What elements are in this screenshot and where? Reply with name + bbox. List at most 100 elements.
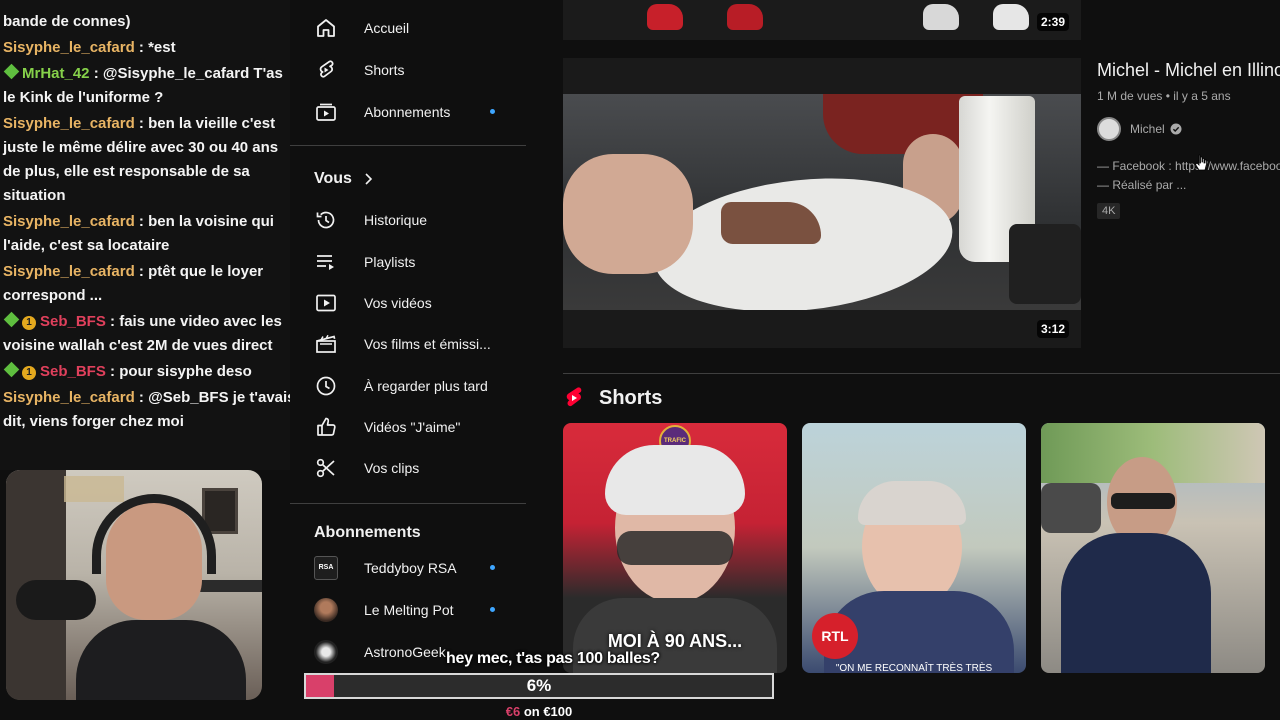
sidebar-item-your-videos[interactable]: Vos vidéos	[290, 283, 526, 323]
sidebar-item-label: Vos clips	[364, 460, 420, 476]
chat-separator: :	[105, 313, 120, 330]
chat-separator: :	[134, 263, 149, 280]
video-description: — Facebook : https://www.facebook.com — …	[1097, 157, 1280, 195]
sidebar-sub-le-melting-pot[interactable]: Le Melting Pot	[290, 590, 526, 630]
chevron-right-icon	[365, 173, 373, 185]
subscriptions-icon	[316, 103, 336, 121]
short-hair	[858, 481, 966, 525]
sidebar-item-shorts[interactable]: Shorts	[290, 50, 526, 90]
movies-icon	[316, 334, 336, 353]
sub-badge-icon	[3, 361, 20, 378]
video-thumbnail-top[interactable]: 2:39	[563, 0, 1081, 40]
chat-text: bande de connes)	[3, 13, 131, 30]
liked-icon	[317, 417, 336, 436]
chat-username[interactable]: Sisyphe_le_cafard	[3, 389, 135, 406]
webcam-keyboard	[196, 580, 262, 592]
short-body	[1061, 533, 1211, 673]
channel-name[interactable]: Michel	[1130, 122, 1165, 136]
shorts-logo-icon	[566, 387, 582, 407]
sub-badge-icon	[3, 63, 20, 80]
sidebar-item-label: Shorts	[364, 62, 405, 78]
sidebar-item-label: Teddyboy RSA	[364, 560, 457, 576]
webcam-person-body	[76, 620, 246, 700]
chat-username[interactable]: Sisyphe_le_cafard	[3, 39, 135, 56]
video-duration: 2:39	[1037, 13, 1070, 31]
video-meta: 1 M de vues • il y a 5 ans	[1097, 89, 1231, 103]
sidebar-you-header[interactable]: Vous	[314, 170, 376, 188]
chat-separator: :	[134, 213, 149, 230]
chat-separator: :	[134, 115, 149, 132]
donation-on-text: on	[520, 704, 544, 719]
sidebar-item-subscriptions[interactable]: Abonnements	[290, 92, 526, 132]
channel-avatar	[314, 640, 338, 664]
video-thumbnail-main[interactable]: 3:12	[563, 58, 1081, 348]
sidebar-item-watch-later[interactable]: À regarder plus tard	[290, 366, 526, 406]
short-sunglasses	[617, 531, 733, 565]
chat-separator: :	[134, 39, 149, 56]
thumbnail-shoe	[993, 4, 1029, 30]
sidebar-item-liked-videos[interactable]: Vidéos "J'aime"	[290, 407, 526, 447]
sidebar-item-home[interactable]: Accueil	[290, 8, 526, 48]
chat-message: Sisyphe_le_cafard : @Seb_BFS je t'avais …	[3, 386, 299, 434]
shorts-section-title: Shorts	[599, 386, 663, 409]
chat-username[interactable]: Seb_BFS	[40, 313, 106, 330]
new-content-dot	[490, 109, 495, 114]
short-card[interactable]: RTL "ON ME RECONNAÎT TRÈS TRÈS	[802, 423, 1026, 673]
sidebar-item-clips[interactable]: Vos clips	[290, 448, 526, 488]
webcam-wall-map	[64, 476, 124, 502]
chat-separator: :	[134, 389, 149, 406]
playlists-icon	[317, 255, 334, 270]
thumbnail-shoe	[647, 4, 683, 30]
sidebar-item-label: Le Melting Pot	[364, 602, 454, 618]
mouse-cursor-icon	[1195, 154, 1207, 171]
channel-avatar[interactable]	[1097, 117, 1121, 141]
donation-goal-amount: €6 on €100	[304, 704, 774, 719]
stream-chat: bande de connes) Sisyphe_le_cafard : *es…	[0, 0, 300, 470]
description-line: — Réalisé par ...	[1097, 178, 1187, 192]
donation-goal: €100	[543, 704, 573, 719]
sidebar-item-label: Abonnements	[364, 104, 451, 120]
video-title[interactable]: Michel - Michel en Illinois	[1097, 60, 1280, 81]
quality-badge: 4K	[1097, 203, 1121, 219]
sidebar-item-movies[interactable]: Vos films et émissi...	[290, 324, 526, 364]
sub-badge-icon	[3, 311, 20, 328]
thumbnail-phone	[1009, 224, 1081, 304]
your-videos-icon	[316, 294, 336, 312]
channel-avatar	[314, 598, 338, 622]
history-icon	[316, 211, 335, 229]
thumbnail-scene	[563, 94, 1081, 310]
short-card[interactable]: TRAFIC MOI À 90 ANS...	[563, 423, 787, 673]
watch-later-icon	[316, 376, 336, 396]
chat-message: MrHat_42 : @Sisyphe_le_cafard T'as le Ki…	[3, 62, 299, 110]
chat-username[interactable]: Seb_BFS	[40, 363, 106, 380]
donation-current: €6	[505, 704, 521, 719]
chat-text: *est	[148, 39, 176, 56]
short-card[interactable]	[1041, 423, 1265, 673]
chat-separator: :	[105, 363, 120, 380]
shorts-section-header: Shorts	[563, 386, 662, 410]
section-title: Vous	[314, 170, 352, 187]
sidebar-item-label: À regarder plus tard	[364, 378, 488, 394]
thumbnail-shoe	[923, 4, 959, 30]
new-content-dot	[490, 565, 495, 570]
chat-username[interactable]: Sisyphe_le_cafard	[3, 263, 135, 280]
clips-icon	[316, 458, 335, 478]
chat-username[interactable]: MrHat_42	[22, 65, 90, 82]
channel-row[interactable]: Michel	[1097, 117, 1280, 141]
description-line: — Facebook : https://www.facebook.com	[1097, 159, 1280, 173]
bits-badge-icon: 1	[22, 316, 36, 330]
chat-username[interactable]: Sisyphe_le_cafard	[3, 213, 135, 230]
donation-message: hey mec, t'as pas 100 balles?	[446, 650, 660, 667]
sidebar-item-playlists[interactable]: Playlists	[290, 242, 526, 282]
sidebar-item-label: Historique	[364, 212, 428, 228]
chat-username[interactable]: Sisyphe_le_cafard	[3, 115, 135, 132]
chat-message: Sisyphe_le_cafard : ptêt que le loyer co…	[3, 260, 299, 308]
chat-separator: :	[89, 65, 103, 82]
home-icon	[317, 19, 335, 37]
short-hair	[605, 445, 745, 515]
sidebar-item-history[interactable]: Historique	[290, 200, 526, 240]
webcam-headset	[92, 494, 216, 574]
chat-message: 1 Seb_BFS : fais une video avec les voisi…	[3, 310, 299, 358]
chat-message: 1 Seb_BFS : pour sisyphe deso	[3, 360, 299, 384]
sidebar-sub-teddyboy-rsa[interactable]: RSA Teddyboy RSA	[290, 548, 526, 588]
